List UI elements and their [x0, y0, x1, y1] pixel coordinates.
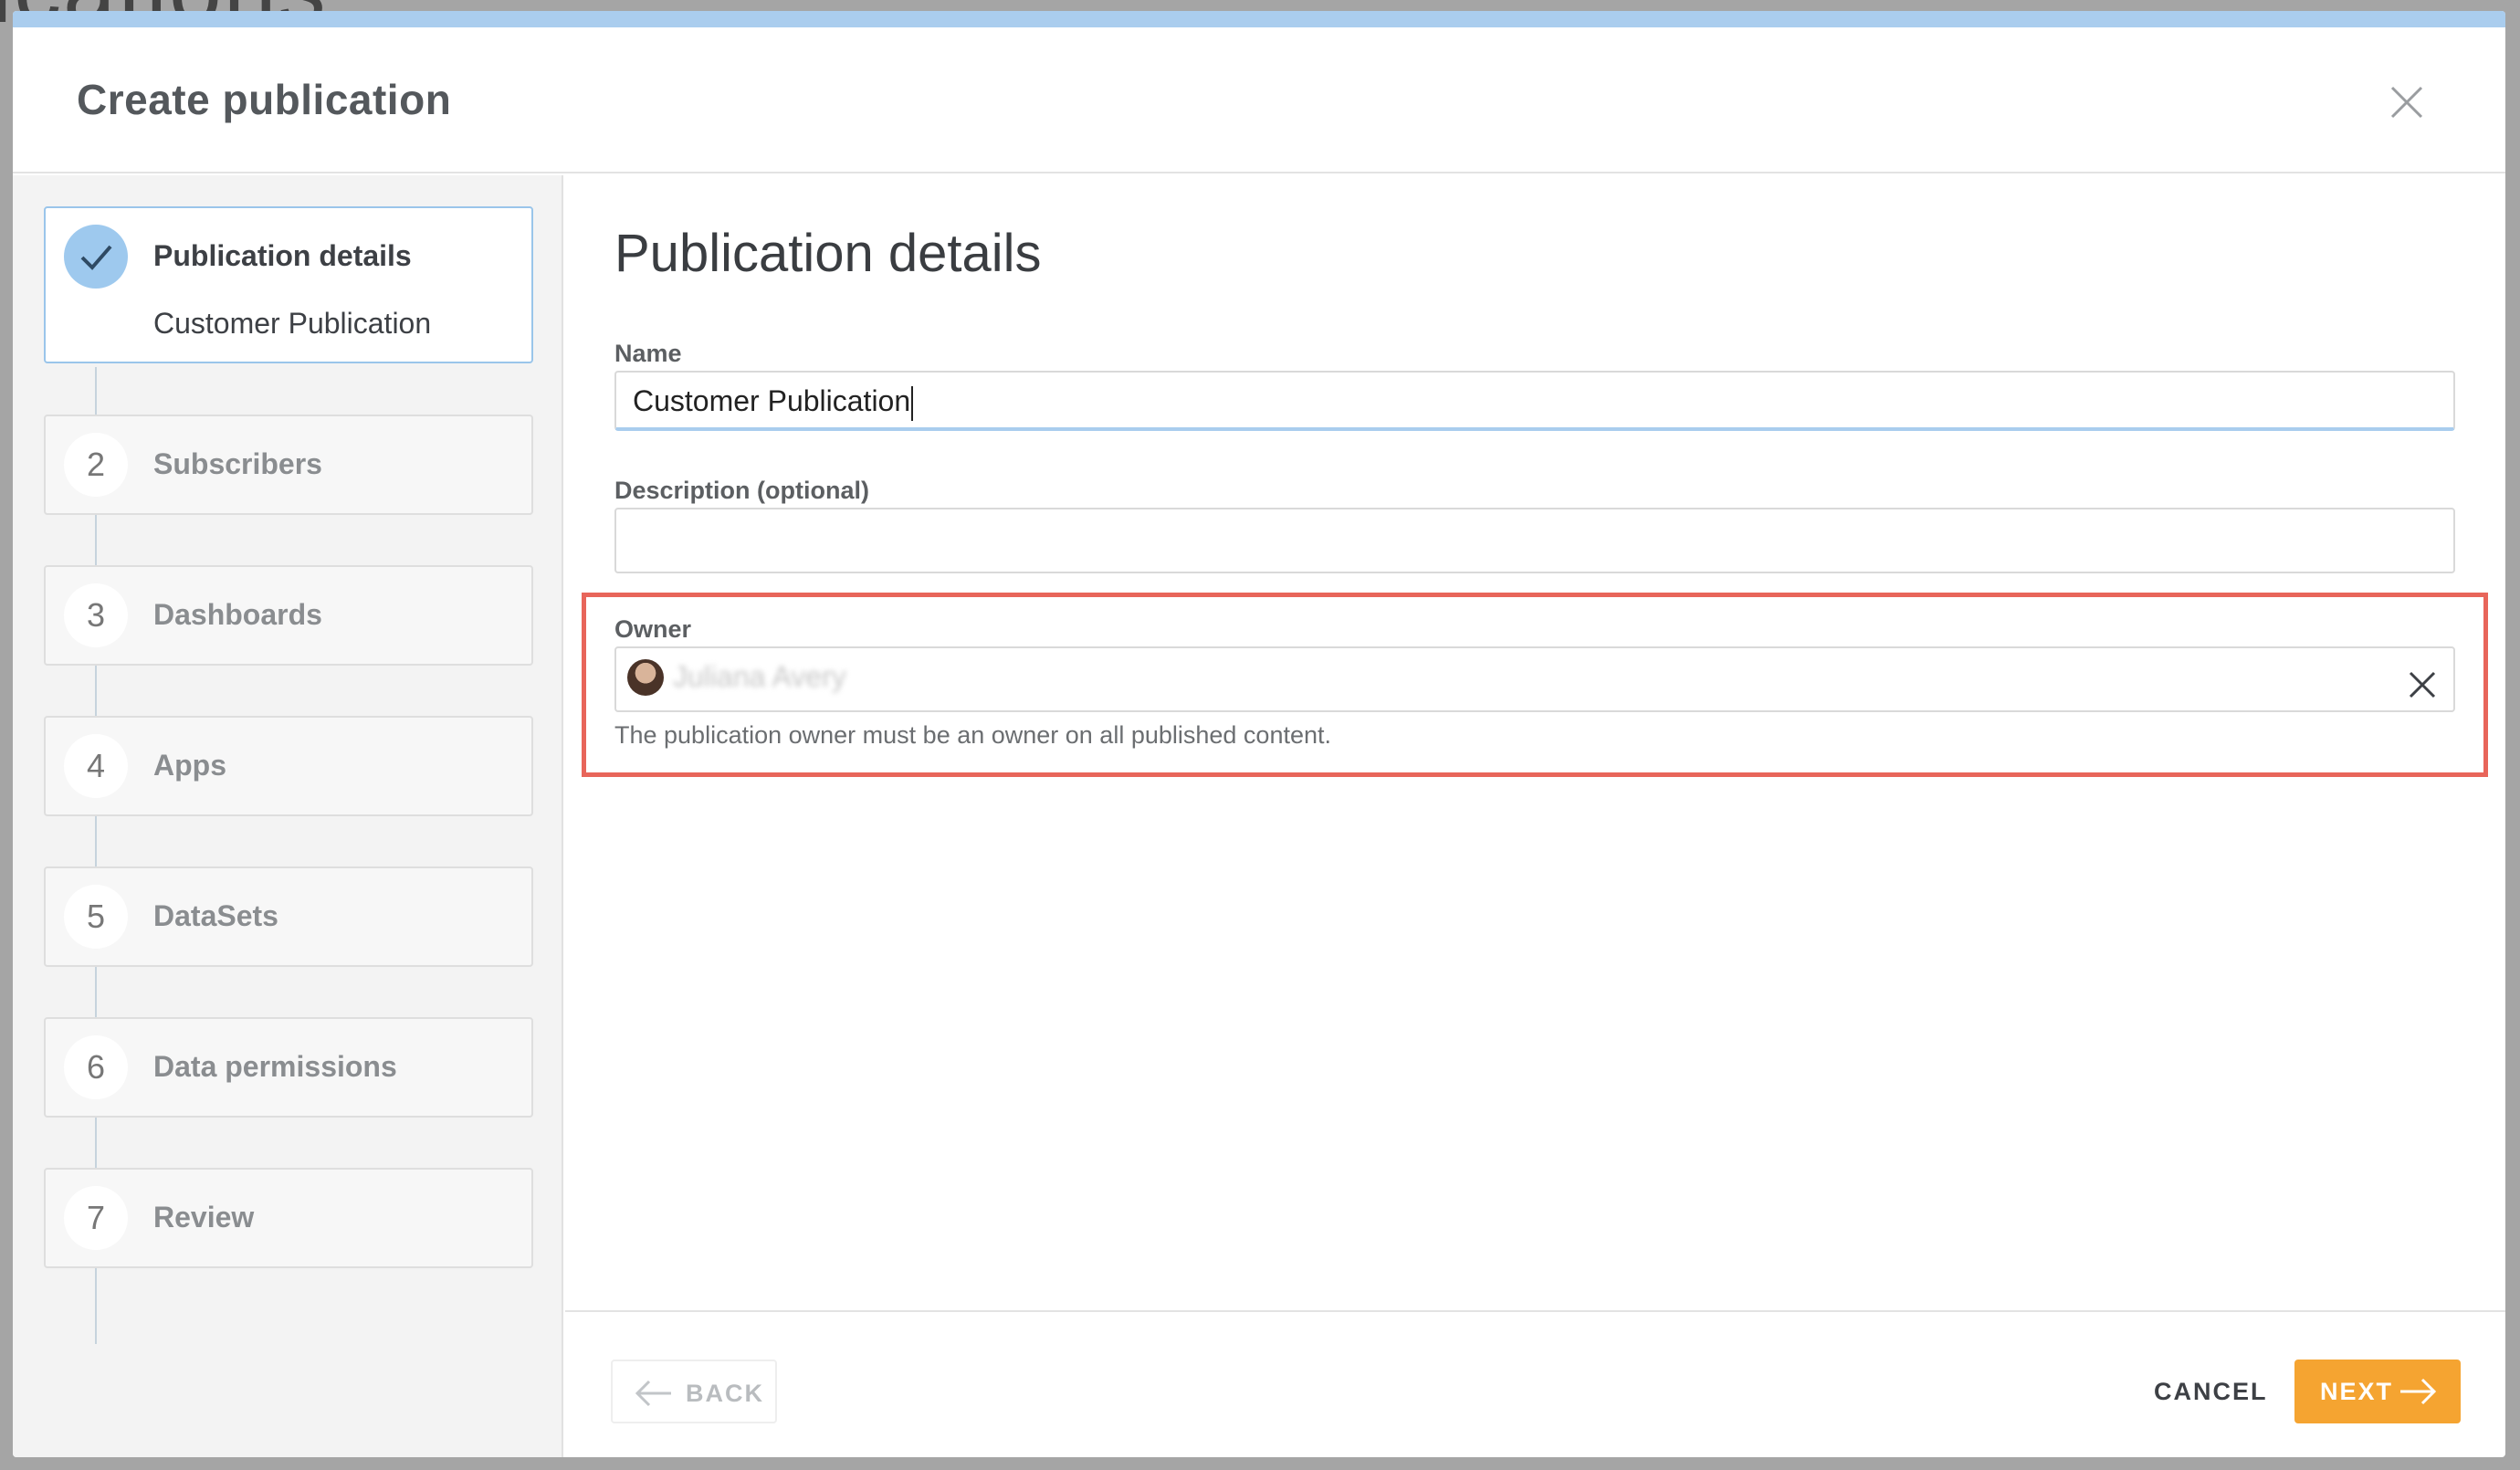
dialog-title: Create publication	[77, 76, 452, 123]
create-publication-dialog: Create publication Publication details C…	[13, 11, 2505, 1457]
dialog-accent-bar	[13, 11, 2505, 27]
avatar	[627, 659, 664, 696]
form-panel: Publication details Name Customer Public…	[565, 175, 2505, 1310]
step-label: Apps	[153, 749, 226, 782]
step-sublabel: Customer Publication	[153, 307, 432, 340]
step-number: 6	[64, 1035, 128, 1099]
owner-select[interactable]: Juliana Avery	[614, 646, 2455, 712]
description-field[interactable]	[614, 508, 2455, 573]
dialog-footer: BACK CANCEL NEXT	[565, 1310, 2505, 1457]
step-number: 3	[64, 583, 128, 647]
name-field[interactable]: Customer Publication	[614, 371, 2455, 431]
owner-help-text: The publication owner must be an owner o…	[614, 721, 1331, 749]
clear-icon[interactable]	[2408, 661, 2437, 698]
step-datasets[interactable]: 5 DataSets	[44, 866, 533, 967]
back-button-label: BACK	[686, 1380, 764, 1407]
next-button-label: NEXT	[2320, 1378, 2394, 1405]
step-label: Subscribers	[153, 447, 322, 480]
step-number: 7	[64, 1186, 128, 1250]
arrow-right-icon	[2399, 1378, 2437, 1412]
step-review[interactable]: 7 Review	[44, 1168, 533, 1268]
owner-label: Owner	[614, 615, 692, 643]
owner-name: Juliana Avery	[673, 660, 846, 693]
step-label: Publication details	[153, 239, 412, 272]
back-button[interactable]: BACK	[611, 1360, 777, 1423]
name-value: Customer Publication	[633, 384, 911, 417]
steps-sidebar: Publication details Customer Publication…	[13, 175, 563, 1457]
text-caret	[911, 385, 914, 421]
name-label: Name	[614, 340, 682, 367]
page-title: Publication details	[614, 224, 1042, 283]
step-publication-details[interactable]: Publication details Customer Publication	[44, 206, 533, 363]
arrow-left-icon	[635, 1380, 673, 1413]
dialog-header: Create publication	[13, 27, 2505, 173]
close-icon[interactable]	[2389, 84, 2425, 121]
step-dashboards[interactable]: 3 Dashboards	[44, 565, 533, 666]
step-subscribers[interactable]: 2 Subscribers	[44, 415, 533, 515]
next-button[interactable]: NEXT	[2294, 1360, 2461, 1423]
step-number: 2	[64, 433, 128, 497]
step-label: Review	[153, 1201, 255, 1234]
step-data-permissions[interactable]: 6 Data permissions	[44, 1017, 533, 1118]
description-label: Description (optional)	[614, 477, 869, 504]
step-label: Dashboards	[153, 598, 322, 631]
step-complete-circle	[64, 225, 128, 289]
step-label: Data permissions	[153, 1050, 397, 1083]
step-apps[interactable]: 4 Apps	[44, 716, 533, 816]
cancel-button[interactable]: CANCEL	[2154, 1378, 2268, 1406]
step-number: 4	[64, 734, 128, 798]
step-label: DataSets	[153, 899, 278, 932]
checkmark-icon	[80, 245, 112, 270]
step-number: 5	[64, 885, 128, 949]
